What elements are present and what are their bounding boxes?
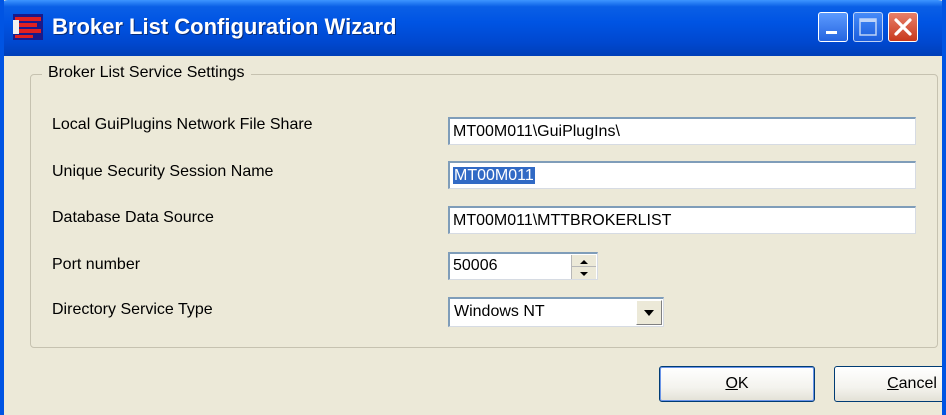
port-spinbox[interactable]: 50006 xyxy=(448,252,598,280)
directory-type-value: Windows NT xyxy=(454,303,545,320)
data-source-value: MT00M011\MTTBROKERLIST xyxy=(453,212,672,229)
port-value: 50006 xyxy=(453,257,498,274)
close-icon xyxy=(894,18,912,36)
spin-down-button[interactable] xyxy=(572,267,596,279)
maximize-icon xyxy=(859,18,877,36)
cancel-label: ancel xyxy=(898,375,937,392)
ok-hotkey: O xyxy=(725,375,738,392)
spin-down-icon xyxy=(580,272,588,276)
ok-label: K xyxy=(737,375,749,392)
chevron-down-icon xyxy=(644,310,654,316)
cancel-button[interactable]: Cancel xyxy=(834,366,942,402)
data-source-input[interactable]: MT00M011\MTTBROKERLIST xyxy=(448,206,916,234)
directory-type-label: Directory Service Type xyxy=(52,301,213,318)
port-spin-buttons xyxy=(571,255,596,279)
directory-type-dropdown[interactable]: Windows NT xyxy=(448,297,664,327)
session-name-label: Unique Security Session Name xyxy=(52,163,274,180)
session-name-input[interactable]: MT00M011 xyxy=(448,161,916,189)
title-bar[interactable]: Broker List Configuration Wizard xyxy=(4,0,942,56)
wizard-window: Broker List Configuration Wizard Broker … xyxy=(0,0,946,415)
maximize-button[interactable] xyxy=(853,12,883,42)
cancel-hotkey: C xyxy=(887,375,899,392)
window-title: Broker List Configuration Wizard xyxy=(52,14,397,39)
data-source-label: Database Data Source xyxy=(52,209,214,226)
spin-up-button[interactable] xyxy=(572,255,596,267)
port-label: Port number xyxy=(52,256,141,273)
file-share-label: Local GuiPlugins Network File Share xyxy=(52,116,313,133)
close-button[interactable] xyxy=(888,12,918,42)
ok-button[interactable]: OK xyxy=(659,366,815,402)
file-share-input[interactable]: MT00M011\GuiPlugIns\ xyxy=(448,117,916,145)
file-share-value: MT00M011\GuiPlugIns\ xyxy=(453,123,620,140)
dropdown-button[interactable] xyxy=(636,300,662,325)
groupbox-legend: Broker List Service Settings xyxy=(42,64,251,82)
minimize-button[interactable] xyxy=(818,12,848,42)
minimize-icon xyxy=(826,31,837,34)
broker-app-icon xyxy=(13,14,43,40)
session-name-value: MT00M011 xyxy=(453,167,535,184)
